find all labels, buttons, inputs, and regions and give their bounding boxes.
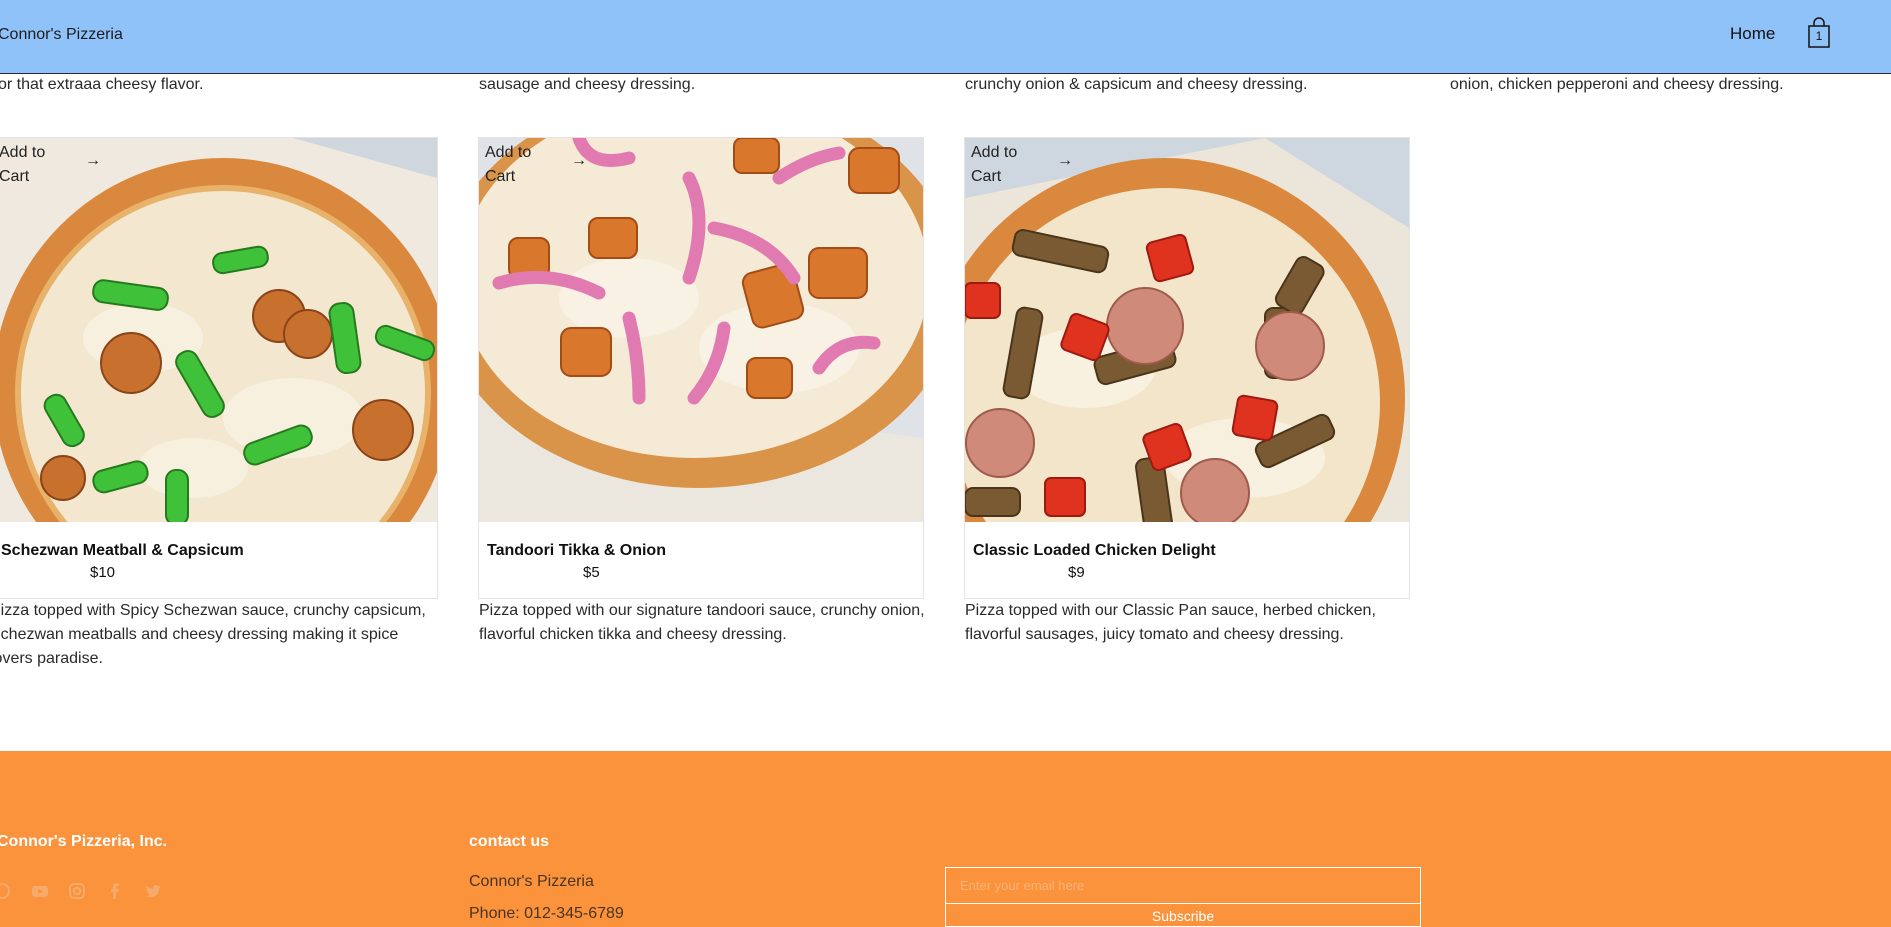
product-description-partial: onion, chicken pepperoni and cheesy dres… [1450, 76, 1784, 93]
subscribe-button[interactable]: Subscribe [946, 905, 1420, 927]
cart-count: 1 [1815, 29, 1823, 43]
pinterest-icon[interactable] [0, 881, 12, 901]
product-image-classic-chicken-pizza[interactable]: Add to Cart → [965, 138, 1409, 522]
cart-button[interactable]: 1 [1806, 17, 1832, 49]
nav-home-link[interactable]: Home [1730, 24, 1775, 44]
add-to-cart-label: Add to Cart [485, 144, 532, 185]
product-description: Pizza topped with our signature tandoori… [479, 602, 925, 643]
product-name[interactable]: Tandoori Tikka & Onion [487, 542, 666, 560]
product-price: $5 [583, 564, 600, 581]
product-name[interactable]: Classic Loaded Chicken Delight [973, 542, 1216, 560]
product-image-tandoori-pizza[interactable]: Add to Cart → [479, 138, 923, 522]
product-description: Pizza topped with our Classic Pan sauce,… [965, 602, 1376, 643]
facebook-icon[interactable] [105, 881, 125, 901]
contact-us-heading: contact us [469, 833, 550, 850]
arrow-right-icon: → [1057, 152, 1073, 169]
product-card[interactable]: Add to Cart → Tandoori Tikka & Onion $5 [478, 137, 924, 599]
email-input[interactable] [946, 868, 1420, 904]
product-price: $10 [90, 564, 116, 581]
product-description: Pizza topped with Spicy Schezwan sauce, … [0, 602, 426, 667]
pizza-image [0, 138, 437, 522]
footer-company-name: Connor's Pizzeria, Inc. [0, 833, 168, 850]
product-card[interactable]: Add to Cart → Classic Loaded Chicken Del… [964, 137, 1410, 599]
product-price: $9 [1068, 564, 1085, 581]
product-description-partial: crunchy onion & capsicum and cheesy dres… [965, 76, 1308, 93]
pizza-image [479, 138, 923, 522]
twitter-icon[interactable] [143, 881, 163, 901]
brand-name[interactable]: Connor's Pizzeria [0, 26, 123, 44]
add-to-cart-button[interactable]: Add to Cart → [485, 141, 603, 189]
contact-phone: Phone: 012-345-6789 [469, 905, 624, 922]
site-footer: Connor's Pizzeria, Inc. contact us Conno… [0, 751, 1891, 927]
instagram-icon[interactable] [67, 881, 87, 901]
arrow-right-icon: → [571, 152, 587, 169]
contact-name: Connor's Pizzeria [469, 873, 594, 890]
pizza-image [965, 138, 1409, 522]
arrow-right-icon: → [85, 152, 101, 169]
product-name[interactable]: Schezwan Meatball & Capsicum [1, 542, 244, 560]
product-image-schezwan-pizza[interactable]: Add to Cart → [0, 138, 437, 522]
product-card[interactable]: Add to Cart → Schezwan Meatball & Capsic… [0, 137, 438, 599]
product-description-partial: sausage and cheesy dressing. [479, 76, 696, 93]
site-header: Connor's Pizzeria Home 1 [0, 0, 1891, 74]
youtube-icon[interactable] [30, 881, 50, 901]
newsletter-form: Subscribe [945, 867, 1421, 927]
add-to-cart-label: Add to Cart [971, 144, 1018, 185]
add-to-cart-button[interactable]: Add to Cart → [971, 141, 1089, 189]
product-description-partial: or that extraaa cheesy flavor. [0, 76, 204, 93]
add-to-cart-label: Add to Cart [0, 144, 46, 185]
add-to-cart-button[interactable]: Add to Cart → [0, 141, 117, 189]
